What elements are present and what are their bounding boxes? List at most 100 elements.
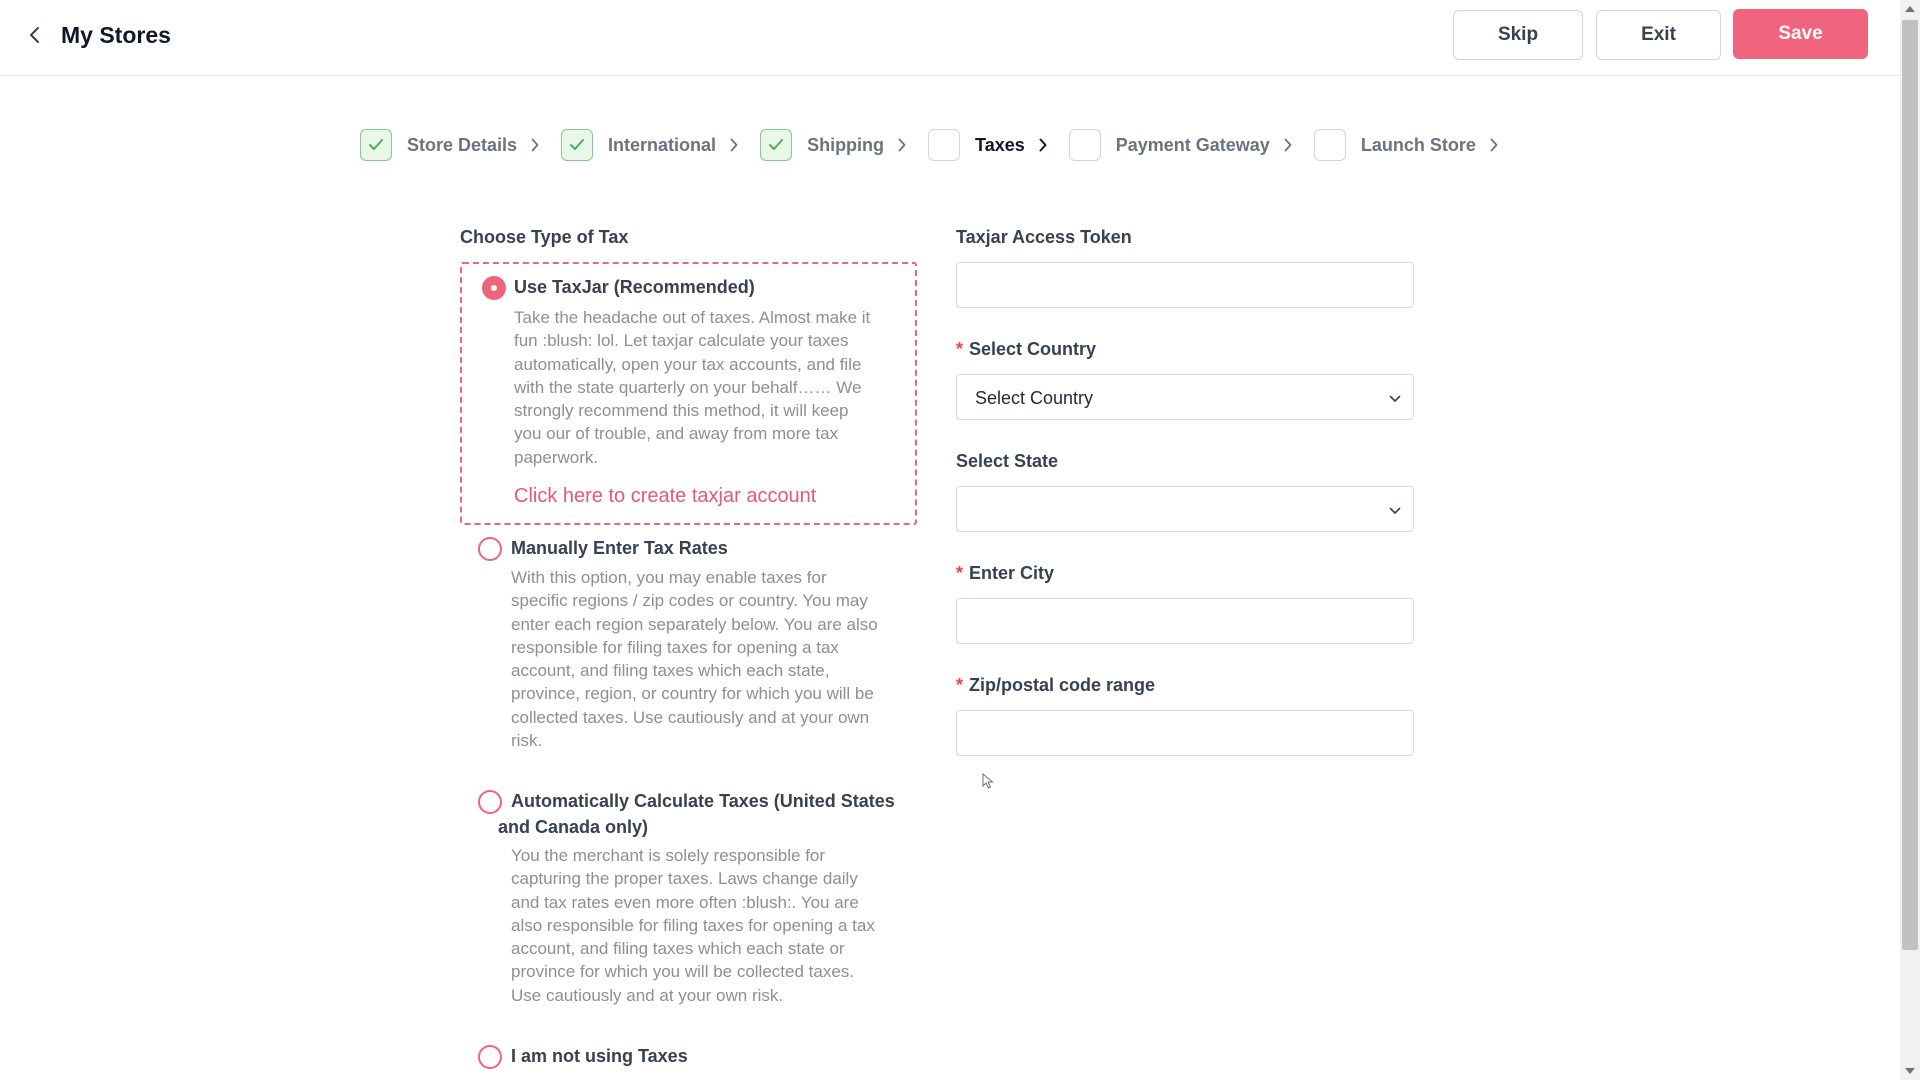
select-value: Select Country xyxy=(975,388,1094,408)
chevron-right-icon xyxy=(1284,138,1292,152)
save-button[interactable]: Save xyxy=(1733,9,1868,59)
page-title: My Stores xyxy=(61,22,171,48)
country-label: * Select Country xyxy=(956,339,1096,360)
desc-line: enter each region separately below. You … xyxy=(511,614,878,634)
desc-line: risk. xyxy=(511,731,543,751)
step-label: Payment Gateway xyxy=(1115,134,1270,155)
desc-line: and tax rates even more often :blush:. Y… xyxy=(511,892,859,912)
step-checkbox-empty xyxy=(1313,129,1346,161)
step-taxes[interactable]: Taxes xyxy=(928,129,1047,161)
step-checkbox-empty xyxy=(928,129,961,161)
option-title: Manually Enter Tax Rates xyxy=(511,538,728,558)
step-label: Store Details xyxy=(407,134,518,155)
label-text: Enter City xyxy=(969,563,1055,583)
back-button[interactable] xyxy=(22,22,48,48)
taxjar-token-input[interactable] xyxy=(956,262,1414,308)
desc-line: strongly recommend this method, it will … xyxy=(514,401,849,421)
required-asterisk: * xyxy=(956,563,964,583)
desc-line: also responsible for filing taxes for op… xyxy=(511,915,875,935)
tax-option-automatic[interactable]: Automatically Calculate Taxes (United St… xyxy=(460,783,917,1008)
title-line: and Canada only) xyxy=(498,817,649,837)
step-checkbox-done xyxy=(760,129,793,161)
option-description: With this option, you may enable taxes f… xyxy=(511,566,911,752)
desc-line: collected taxes. Use cautiously and at y… xyxy=(511,707,870,727)
option-title: I am not using Taxes xyxy=(511,1046,688,1066)
skip-button[interactable]: Skip xyxy=(1453,10,1583,60)
step-label: Taxes xyxy=(975,134,1025,155)
desc-line: with the state quarterly on your behalf…… xyxy=(514,377,862,397)
desc-line: capturing the proper taxes. Laws change … xyxy=(511,869,858,889)
step-label: International xyxy=(608,134,717,155)
option-description: You the merchant is solely responsible f… xyxy=(511,844,911,1007)
top-header: My Stores Skip Exit Save xyxy=(0,0,1900,76)
step-checkbox-empty xyxy=(1068,129,1101,161)
step-launch-store[interactable]: Launch Store xyxy=(1313,129,1498,161)
desc-line: account, and filing taxes which each sta… xyxy=(511,939,845,959)
title-line: Automatically Calculate Taxes (United St… xyxy=(511,791,895,811)
desc-line: province, region, or country for which y… xyxy=(511,684,874,704)
check-icon xyxy=(369,139,383,150)
chevron-right-icon xyxy=(730,138,738,152)
choose-tax-type-heading: Choose Type of Tax xyxy=(460,227,629,247)
city-input[interactable] xyxy=(956,598,1414,644)
radio-manual[interactable] xyxy=(478,537,502,561)
scroll-up-arrow-icon[interactable] xyxy=(1905,6,1915,12)
chevron-down-icon xyxy=(1389,502,1401,520)
required-asterisk: * xyxy=(956,675,964,695)
desc-line: account, and filing taxes which each sta… xyxy=(511,661,830,681)
exit-button[interactable]: Exit xyxy=(1596,10,1721,60)
taxjar-token-label: Taxjar Access Token xyxy=(956,227,1132,247)
chevron-right-icon xyxy=(898,138,906,152)
label-text: Select Country xyxy=(969,339,1097,359)
desc-line: paperwork. xyxy=(514,447,599,467)
option-title: Automatically Calculate Taxes (United St… xyxy=(498,788,908,840)
step-store-details[interactable]: Store Details xyxy=(360,129,539,161)
desc-line: Use cautiously and at your own risk. xyxy=(511,985,784,1005)
desc-line: fun :blush: lol. Let taxjar calculate yo… xyxy=(514,331,849,351)
step-shipping[interactable]: Shipping xyxy=(760,129,906,161)
required-asterisk: * xyxy=(956,339,964,359)
tax-option-none[interactable]: I am not using Taxes xyxy=(460,1038,917,1078)
state-label: Select State xyxy=(956,451,1059,471)
desc-line: You the merchant is solely responsible f… xyxy=(511,846,826,865)
tax-option-taxjar[interactable]: Use TaxJar (Recommended) Take the headac… xyxy=(460,262,917,525)
radio-taxjar[interactable] xyxy=(482,276,506,300)
step-international[interactable]: International xyxy=(561,129,738,161)
desc-line: automatically, open your tax accounts, a… xyxy=(514,354,862,374)
check-icon xyxy=(769,139,784,150)
chevron-down-icon xyxy=(1389,390,1401,408)
setup-stepper: Store Details International Shipping Tax… xyxy=(360,129,1520,161)
chevron-right-icon xyxy=(531,138,539,152)
vertical-scrollbar[interactable] xyxy=(1900,0,1920,1080)
tax-option-manual[interactable]: Manually Enter Tax Rates With this optio… xyxy=(460,530,917,755)
desc-line: With this option, you may enable taxes f… xyxy=(511,568,827,587)
step-checkbox-done xyxy=(360,129,392,161)
desc-line: Take the headache out of taxes. Almost m… xyxy=(514,308,871,327)
city-label: * Enter City xyxy=(956,563,1054,584)
page: My Stores Skip Exit Save Store Details I… xyxy=(0,0,1920,1080)
chevron-right-icon xyxy=(1039,138,1047,152)
state-select[interactable] xyxy=(956,486,1414,532)
create-taxjar-account-link[interactable]: Click here to create taxjar account xyxy=(514,485,816,508)
option-title: Use TaxJar (Recommended) xyxy=(514,277,755,297)
radio-none[interactable] xyxy=(478,1045,502,1069)
scroll-down-arrow-icon[interactable] xyxy=(1905,1068,1915,1074)
option-description: Take the headache out of taxes. Almost m… xyxy=(514,306,909,469)
chevron-right-icon xyxy=(1490,138,1498,152)
zip-label: * Zip/postal code range xyxy=(956,675,1155,696)
chevron-left-icon xyxy=(30,27,39,43)
desc-line: responsible for filing taxes for opening… xyxy=(511,637,839,657)
step-label: Shipping xyxy=(807,134,885,155)
scrollbar-thumb[interactable] xyxy=(1902,20,1918,950)
desc-line: province for which you will be collected… xyxy=(511,962,854,982)
step-payment-gateway[interactable]: Payment Gateway xyxy=(1068,129,1292,161)
desc-line: specific regions / zip codes or country.… xyxy=(511,591,868,611)
label-text: Zip/postal code range xyxy=(969,675,1156,695)
desc-line: you our of trouble, and away from more t… xyxy=(514,424,839,444)
country-select[interactable]: Select Country xyxy=(956,374,1414,420)
step-label: Launch Store xyxy=(1360,134,1476,155)
step-checkbox-done xyxy=(561,129,594,161)
check-icon xyxy=(570,139,585,150)
mouse-pointer-icon xyxy=(982,773,994,789)
zip-range-input[interactable] xyxy=(956,710,1414,756)
